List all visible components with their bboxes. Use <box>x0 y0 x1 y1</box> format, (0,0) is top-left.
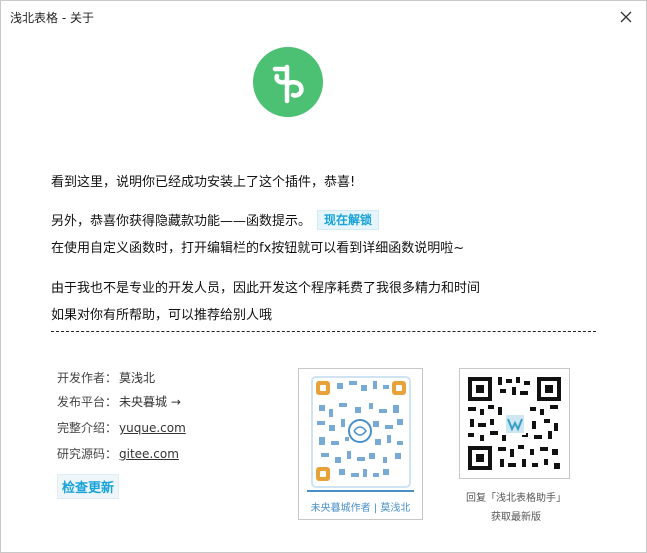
title-bar[interactable]: 浅北表格 - 关于 <box>1 1 646 33</box>
source-label: 研究源码： <box>57 447 118 461</box>
author-label: 开发作者： <box>57 371 118 385</box>
author-row: 开发作者： 莫浅北 <box>57 369 155 386</box>
recommend-note: 如果对你有所帮助，可以推荐给别人哦 <box>51 308 273 323</box>
success-message: 看到这里，说明你已经成功安装上了这个插件，恭喜! <box>51 175 356 190</box>
unlock-now-button[interactable]: 现在解锁 <box>317 210 380 230</box>
hidden-feature-text: 另外，恭喜你获得隐藏款功能——函数提示。 <box>51 214 312 229</box>
wechat-qr-card <box>459 368 570 479</box>
close-icon <box>620 11 632 23</box>
platform-link[interactable]: 未央暮城 → <box>119 395 181 409</box>
wechat-qr-code <box>468 377 561 470</box>
author-value: 莫浅北 <box>119 371 156 385</box>
platform-qr-code <box>307 376 414 492</box>
about-dialog: 浅北表格 - 关于 看到这里，说明你已经成功安装上了这个插件，恭喜! 另外，恭喜… <box>0 0 647 553</box>
wechat-qr-caption-line2: 获取最新版 <box>491 512 541 523</box>
hidden-feature-message: 另外，恭喜你获得隐藏款功能——函数提示。 现在解锁 <box>51 210 380 230</box>
platform-row: 发布平台： 未央暮城 → <box>57 393 181 410</box>
intro-row: 完整介绍： yuque.com <box>57 419 186 436</box>
window-title: 浅北表格 - 关于 <box>10 11 94 25</box>
developer-note: 由于我也不是专业的开发人员，因此开发这个程序耗费了我很多精力和时间 <box>51 281 481 296</box>
divider <box>51 331 596 332</box>
fx-hint-message: 在使用自定义函数时，打开编辑栏的fx按钮就可以看到详细函数说明啦~ <box>51 241 465 256</box>
source-row: 研究源码： gitee.com <box>57 445 179 462</box>
platform-qr-caption: 未央暮城作者 | 莫浅北 <box>310 503 411 514</box>
wechat-qr-caption-line1: 回复「浅北表格助手」 <box>466 493 566 504</box>
close-button[interactable] <box>614 5 638 29</box>
gitee-link[interactable]: gitee.com <box>119 447 179 461</box>
qb-logo-icon <box>253 47 323 117</box>
platform-qr-card: 未央暮城作者 | 莫浅北 <box>298 368 423 520</box>
intro-label: 完整介绍： <box>57 421 118 435</box>
check-update-button[interactable]: 检查更新 <box>57 474 120 499</box>
platform-label: 发布平台： <box>57 395 118 409</box>
yuque-link[interactable]: yuque.com <box>119 421 186 435</box>
